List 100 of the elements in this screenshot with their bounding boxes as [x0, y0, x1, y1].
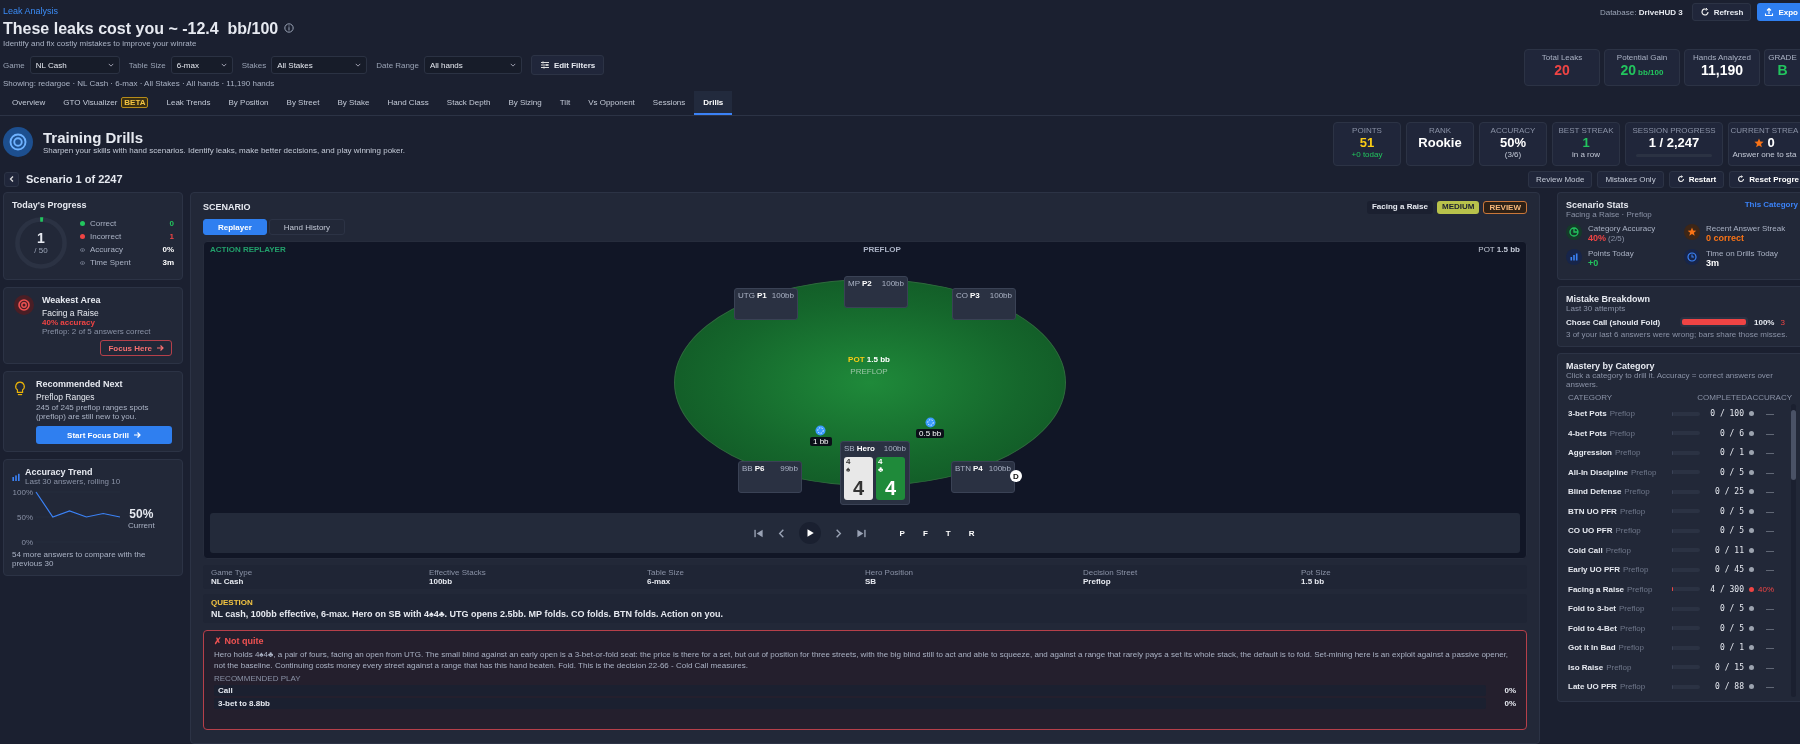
- category-name: Fold to 3-bet: [1568, 604, 1616, 614]
- street-tag: Preflop: [1619, 623, 1646, 633]
- stat-value: 3m: [162, 258, 174, 267]
- skip-end-icon[interactable]: [855, 527, 867, 539]
- axis-tick-label: 0%: [21, 538, 33, 547]
- category-row[interactable]: CO UO PFR Preflop 0 / 5 —: [1566, 521, 1789, 541]
- info-icon[interactable]: [284, 23, 295, 33]
- completed-count: 0 / 5: [1718, 467, 1744, 477]
- nav-tab[interactable]: Overview: [3, 91, 55, 115]
- nav-tab[interactable]: Drills: [694, 91, 733, 115]
- nav-tab[interactable]: By Street: [277, 91, 329, 115]
- category-row[interactable]: Fold to 4-Bet Preflop 0 / 5 —: [1566, 618, 1789, 638]
- street-tag: Preflop: [1615, 526, 1641, 536]
- category-accuracy: —: [1765, 565, 1774, 575]
- street-button[interactable]: F: [919, 528, 931, 538]
- category-row[interactable]: Early UO PFR Preflop 0 / 45 —: [1566, 560, 1789, 580]
- stat-value: 3m: [1706, 258, 1719, 268]
- area-accuracy: 40% accuracy: [42, 318, 96, 327]
- card-title: Today's Progress: [12, 200, 88, 210]
- nav-tab[interactable]: By Sizing: [499, 91, 551, 115]
- mode-button[interactable]: Review Mode: [1527, 170, 1593, 188]
- nav-tab[interactable]: By Stake: [328, 91, 379, 115]
- street-button[interactable]: T: [942, 528, 954, 538]
- refresh-button[interactable]: Refresh: [1691, 3, 1752, 21]
- nav-tab[interactable]: By Position: [219, 91, 278, 115]
- category-row[interactable]: Aggression Preflop 0 / 1 —: [1566, 443, 1789, 463]
- completed-count: 0 / 25: [1714, 487, 1744, 497]
- filter-dropdown[interactable]: All Stakes: [271, 56, 368, 74]
- category-row[interactable]: Facing a Raise Preflop 4 / 300 40%: [1566, 579, 1789, 599]
- category-row[interactable]: Cold Call Preflop 0 / 11 —: [1566, 540, 1789, 560]
- category-name: Aggression: [1568, 448, 1612, 458]
- street-button[interactable]: P: [896, 528, 908, 538]
- category-row[interactable]: Got It In Bad Preflop 0 / 1 —: [1566, 638, 1789, 658]
- filter-dropdown[interactable]: All hands: [423, 56, 522, 74]
- category-accuracy: —: [1765, 409, 1774, 419]
- nav-tab[interactable]: Leak Trends: [157, 91, 220, 115]
- category-accuracy: —: [1765, 604, 1774, 614]
- filter-label: Date Range: [376, 60, 419, 70]
- filter-dropdown[interactable]: NL Cash: [29, 56, 120, 74]
- pot-label: POT: [848, 355, 865, 364]
- street-button[interactable]: R: [965, 528, 978, 538]
- mode-button[interactable]: Mistakes Only: [1597, 170, 1664, 188]
- completed-count: 0 / 6: [1718, 428, 1744, 438]
- category-accuracy: —: [1765, 643, 1774, 653]
- street-tag: Preflop: [1619, 506, 1646, 516]
- scrollbar[interactable]: [1791, 404, 1796, 697]
- view-tab[interactable]: Replayer: [203, 219, 267, 235]
- focus-here-button[interactable]: Focus Here: [100, 340, 172, 356]
- play-button[interactable]: [798, 522, 821, 544]
- player-stack: 100bb: [989, 291, 1012, 300]
- category-name: 4-bet Pots: [1568, 428, 1607, 438]
- stat-label: Incorrect: [90, 232, 123, 241]
- completed-count: 0 / 45: [1714, 565, 1744, 575]
- street-tag: Preflop: [1609, 409, 1636, 419]
- completed-count: 0 / 5: [1718, 604, 1744, 614]
- info-label: Pot Size: [1301, 568, 1332, 577]
- info-label: Effective Stacks: [429, 568, 487, 577]
- start-focus-drill-button[interactable]: Start Focus Drill: [36, 426, 172, 444]
- view-tab[interactable]: Hand History: [268, 219, 346, 235]
- skip-start-icon[interactable]: [752, 527, 764, 539]
- category-row[interactable]: Iso Raise Preflop 0 / 15 —: [1566, 657, 1789, 677]
- filter-dropdown[interactable]: 6-max: [170, 56, 233, 74]
- nav-tab[interactable]: Tilt: [550, 91, 580, 115]
- nav-tab[interactable]: Vs Opponent: [579, 91, 644, 115]
- replayer-label: ACTION REPLAYER: [210, 245, 286, 255]
- stat-value: Rookie: [1418, 135, 1462, 150]
- back-button[interactable]: [4, 171, 19, 187]
- category-accuracy: —: [1765, 428, 1774, 438]
- stat-value: 0: [169, 219, 174, 228]
- category-row[interactable]: 4-bet Pots Preflop 0 / 6 —: [1566, 423, 1789, 443]
- progress-total: / 50: [34, 246, 48, 255]
- mode-button[interactable]: Reset Progre: [1729, 170, 1800, 188]
- category-name: Got It In Bad: [1568, 643, 1616, 653]
- completed-count: 0 / 5: [1718, 623, 1744, 633]
- info-label: Decision Street: [1083, 568, 1139, 577]
- area-name: Preflop Ranges: [36, 392, 96, 402]
- category-name: Fold to 4-Bet: [1568, 623, 1617, 633]
- stat-value: 1 / 2,247: [1648, 135, 1700, 150]
- edit-filters-button[interactable]: Edit Filters: [530, 55, 605, 75]
- category-row[interactable]: BTN UO PFR Preflop 0 / 5 —: [1566, 501, 1789, 521]
- nav-tab[interactable]: GTO Visualizer BETA: [54, 91, 158, 115]
- pot-label: POT: [1478, 245, 1495, 254]
- nav-tab[interactable]: Stack Depth: [437, 91, 500, 115]
- category-row[interactable]: 3-bet Pots Preflop 0 / 100 —: [1566, 404, 1789, 424]
- category-accuracy: 40%: [1757, 584, 1774, 594]
- mode-button[interactable]: Restart: [1668, 170, 1725, 188]
- category-row[interactable]: Fold to 3-bet Preflop 0 / 5 —: [1566, 599, 1789, 619]
- stat-label: Potential Gain: [1616, 53, 1668, 62]
- street-tag: Preflop: [1631, 467, 1657, 477]
- nav-tab[interactable]: Sessions: [643, 91, 695, 115]
- category-row[interactable]: Late UO PFR Preflop 0 / 88 —: [1566, 677, 1789, 697]
- nav-tab[interactable]: Hand Class: [378, 91, 438, 115]
- category-row[interactable]: All-In Discipline Preflop 0 / 5 —: [1566, 462, 1789, 482]
- category-link[interactable]: This Category: [1744, 200, 1798, 209]
- export-button[interactable]: Expo: [1757, 3, 1800, 21]
- breadcrumb-link[interactable]: Leak Analysis: [3, 6, 59, 17]
- axis-tick-label: 100%: [12, 488, 33, 497]
- category-row[interactable]: Blind Defense Preflop 0 / 25 —: [1566, 482, 1789, 502]
- scenario-tag: Facing a Raise: [1366, 200, 1433, 214]
- restart-icon: [1737, 175, 1746, 183]
